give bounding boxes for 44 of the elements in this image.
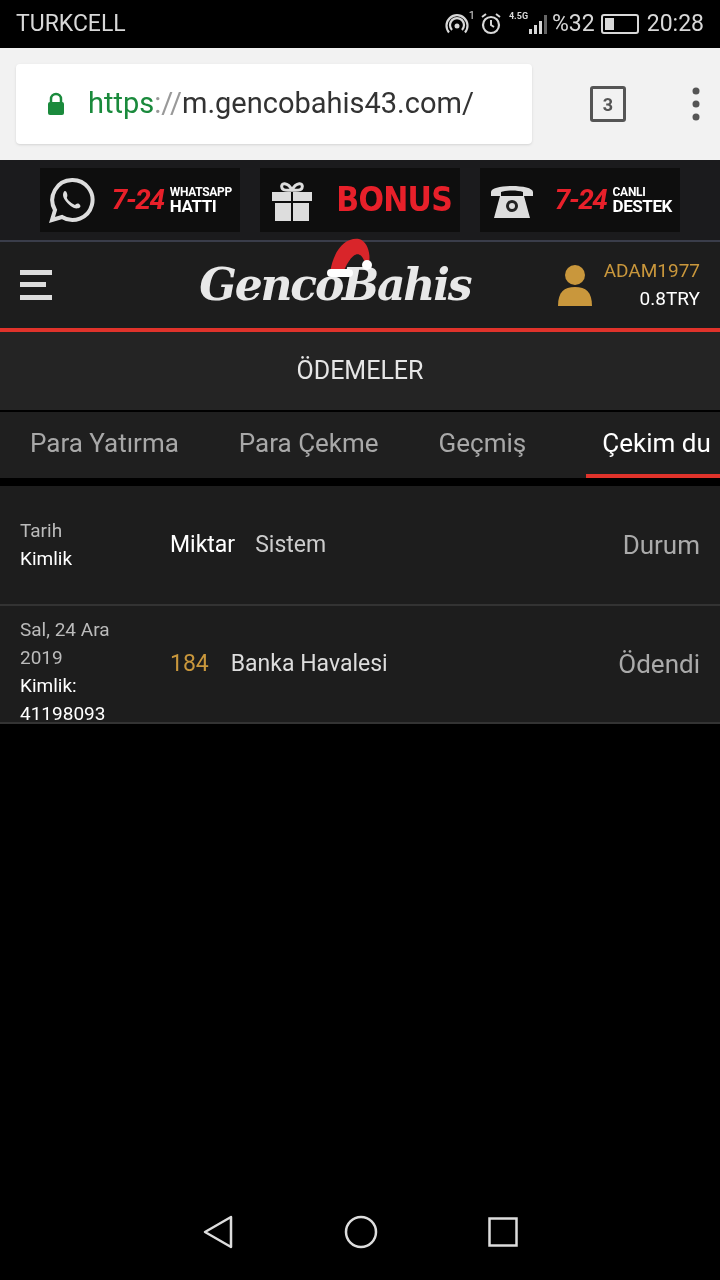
- id-cell-text: Kimlik: 41198093: [20, 673, 107, 722]
- address-bar[interactable]: https://m.gencobahis43.com/: [16, 64, 532, 144]
- carrier-name: TURKCELL: [16, 8, 126, 39]
- column-header: Kimlik: [20, 546, 74, 572]
- payment-tab[interactable]: Para Çekme: [238, 412, 379, 478]
- banner-text: CANLI: [612, 185, 647, 198]
- whatsapp-icon: [48, 176, 96, 224]
- amount-cell-text: 184: [170, 648, 209, 679]
- site-logo[interactable]: GencoBahis: [199, 263, 471, 307]
- column-header: Tarih: [20, 518, 64, 544]
- battery-percent: %32: [552, 8, 595, 39]
- user-icon[interactable]: [557, 264, 592, 306]
- account-balance: 0.8TRY: [639, 286, 700, 312]
- hours-text: 7-24: [554, 186, 607, 214]
- home-icon[interactable]: [344, 1215, 378, 1249]
- recents-icon[interactable]: [488, 1217, 518, 1247]
- battery-icon: [600, 14, 639, 34]
- banner-text: HATTI: [169, 197, 217, 215]
- back-icon[interactable]: [202, 1215, 234, 1249]
- banner-text: WHATSAPP: [169, 185, 232, 198]
- menu-icon[interactable]: [20, 270, 52, 300]
- column-header: Sistem: [255, 529, 327, 560]
- page-title: ÖDEMELER: [296, 355, 424, 388]
- hotspot-icon: [444, 12, 469, 36]
- payment-tab[interactable]: Para Yatırma: [30, 412, 179, 478]
- more-menu-icon[interactable]: [692, 87, 700, 121]
- promo-banner[interactable]: BONUS: [260, 168, 460, 232]
- status-cell-text: Ödendi: [618, 647, 700, 681]
- system-cell-text: Banka Havalesi: [230, 648, 388, 679]
- hotspot-count: 1: [468, 8, 475, 24]
- url-text: https://m.gencobahis43.com/: [88, 85, 474, 123]
- column-header: Durum: [622, 528, 700, 562]
- payment-tab[interactable]: Geçmiş: [438, 412, 527, 478]
- clock-time: 20:28: [646, 8, 704, 39]
- date-cell-text: Sal, 24 Ara 2019: [20, 617, 111, 671]
- signal-icon: [528, 12, 548, 36]
- username[interactable]: ADAM1977: [603, 256, 700, 285]
- hours-text: 7-24: [111, 186, 164, 214]
- banner-text: DESTEK: [612, 197, 672, 215]
- payment-tab[interactable]: Çekim du: [586, 412, 720, 478]
- column-header: Miktar: [170, 529, 236, 560]
- tab-switcher-button[interactable]: 3: [590, 86, 626, 122]
- network-type: 4.5G: [508, 10, 528, 23]
- bonus-text: BONUS: [336, 183, 452, 217]
